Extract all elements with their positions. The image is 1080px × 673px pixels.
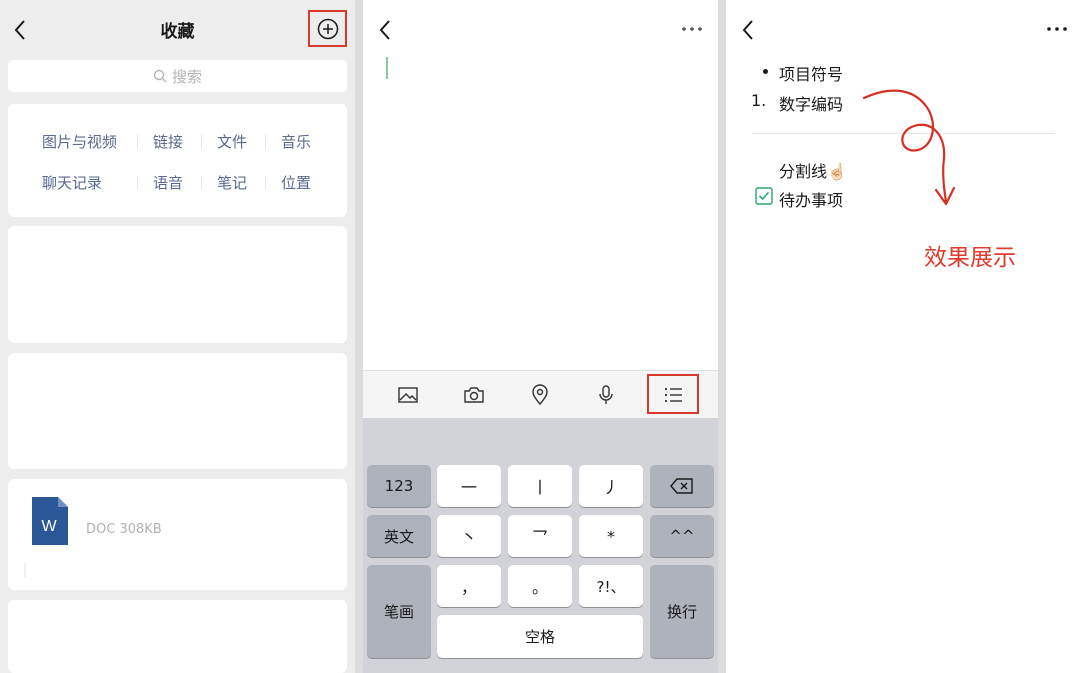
favorites-panel: 收藏 搜索 图片与视频 链接 文件 音乐 聊天记录 语音 笔记 位置 W DOC… [0, 0, 355, 673]
key-stroke[interactable]: 笔画 [367, 565, 431, 658]
divider [265, 135, 266, 148]
key-comma[interactable]: ， [437, 565, 501, 607]
key-punctuation[interactable]: ?!、 [579, 565, 643, 607]
panel-gap [718, 0, 726, 673]
divider [265, 176, 266, 189]
add-button[interactable] [308, 10, 347, 47]
category-voice[interactable]: 语音 [153, 172, 183, 193]
back-icon[interactable] [738, 16, 760, 44]
divider [137, 135, 138, 148]
text-cursor [386, 57, 388, 79]
image-icon[interactable] [396, 383, 420, 407]
search-placeholder: 搜索 [171, 67, 202, 86]
page-title: 收藏 [160, 22, 195, 42]
favorite-item-card[interactable] [8, 600, 347, 673]
microphone-icon[interactable] [594, 383, 618, 407]
key-newline[interactable]: 换行 [650, 565, 714, 658]
number-prefix: 1. [751, 91, 767, 110]
highlight-box [647, 374, 699, 414]
backspace-icon [670, 478, 693, 494]
checkbox-checked-icon[interactable] [755, 187, 773, 205]
camera-icon[interactable] [462, 383, 486, 407]
key-123[interactable]: 123 [367, 465, 431, 507]
category-notes[interactable]: 笔记 [217, 172, 247, 193]
numbered-item: 数字编码 [779, 95, 844, 114]
keyboard: 123 一 丨 丿 英文 丶 乛 * ^^ 笔画 ， 。 ?!、 换行 空格 [363, 418, 718, 673]
key-english[interactable]: 英文 [367, 515, 431, 557]
annotation-label: 效果展示 [924, 245, 1016, 271]
divider [201, 176, 202, 189]
note-editor-panel: 123 一 丨 丿 英文 丶 乛 * ^^ 笔画 ， 。 ?!、 换行 空格 [363, 0, 718, 673]
favorite-item-card[interactable] [8, 353, 347, 469]
key-period[interactable]: 。 [508, 565, 572, 607]
divider [137, 176, 138, 189]
more-icon[interactable] [679, 20, 705, 38]
key-space[interactable]: 空格 [437, 615, 643, 658]
more-icon[interactable] [1044, 20, 1070, 38]
divider-label: 分割线☝🏻 [779, 162, 847, 181]
bullet-dot [763, 69, 768, 74]
doc-meta: DOC 308KB [86, 522, 162, 537]
category-images-videos[interactable]: 图片与视频 [42, 131, 117, 152]
note-result-panel: 项目符号 1. 数字编码 分割线☝🏻 待办事项 效果展示 [726, 0, 1080, 673]
key-wildcard[interactable]: * [579, 515, 643, 557]
doc-icon-letter: W [41, 518, 57, 535]
category-links[interactable]: 链接 [153, 131, 183, 152]
category-files[interactable]: 文件 [217, 131, 247, 152]
key-dian[interactable]: 丶 [437, 515, 501, 557]
search-icon [153, 69, 167, 83]
divider [201, 135, 202, 148]
key-pie[interactable]: 丿 [579, 465, 643, 507]
key-shu[interactable]: 丨 [508, 465, 572, 507]
location-icon[interactable] [528, 383, 552, 407]
key-heng[interactable]: 一 [437, 465, 501, 507]
plus-circle-icon [317, 18, 338, 39]
category-music[interactable]: 音乐 [281, 131, 311, 152]
panel-gap [355, 0, 363, 673]
key-emoticon[interactable]: ^^ [650, 515, 714, 557]
category-location[interactable]: 位置 [281, 172, 311, 193]
bullet-item: 项目符号 [779, 65, 844, 84]
key-zhe[interactable]: 乛 [508, 515, 572, 557]
category-card: 图片与视频 链接 文件 音乐 聊天记录 语音 笔记 位置 [8, 104, 347, 217]
backspace-key[interactable] [650, 465, 714, 507]
word-doc-icon: W [32, 497, 68, 545]
hand-drawn-arrow [856, 88, 966, 210]
favorite-item-card[interactable] [8, 226, 347, 343]
todo-item: 待办事项 [779, 191, 844, 210]
category-chat-history[interactable]: 聊天记录 [42, 172, 102, 193]
back-icon[interactable] [375, 16, 397, 44]
search-input[interactable]: 搜索 [8, 60, 347, 92]
